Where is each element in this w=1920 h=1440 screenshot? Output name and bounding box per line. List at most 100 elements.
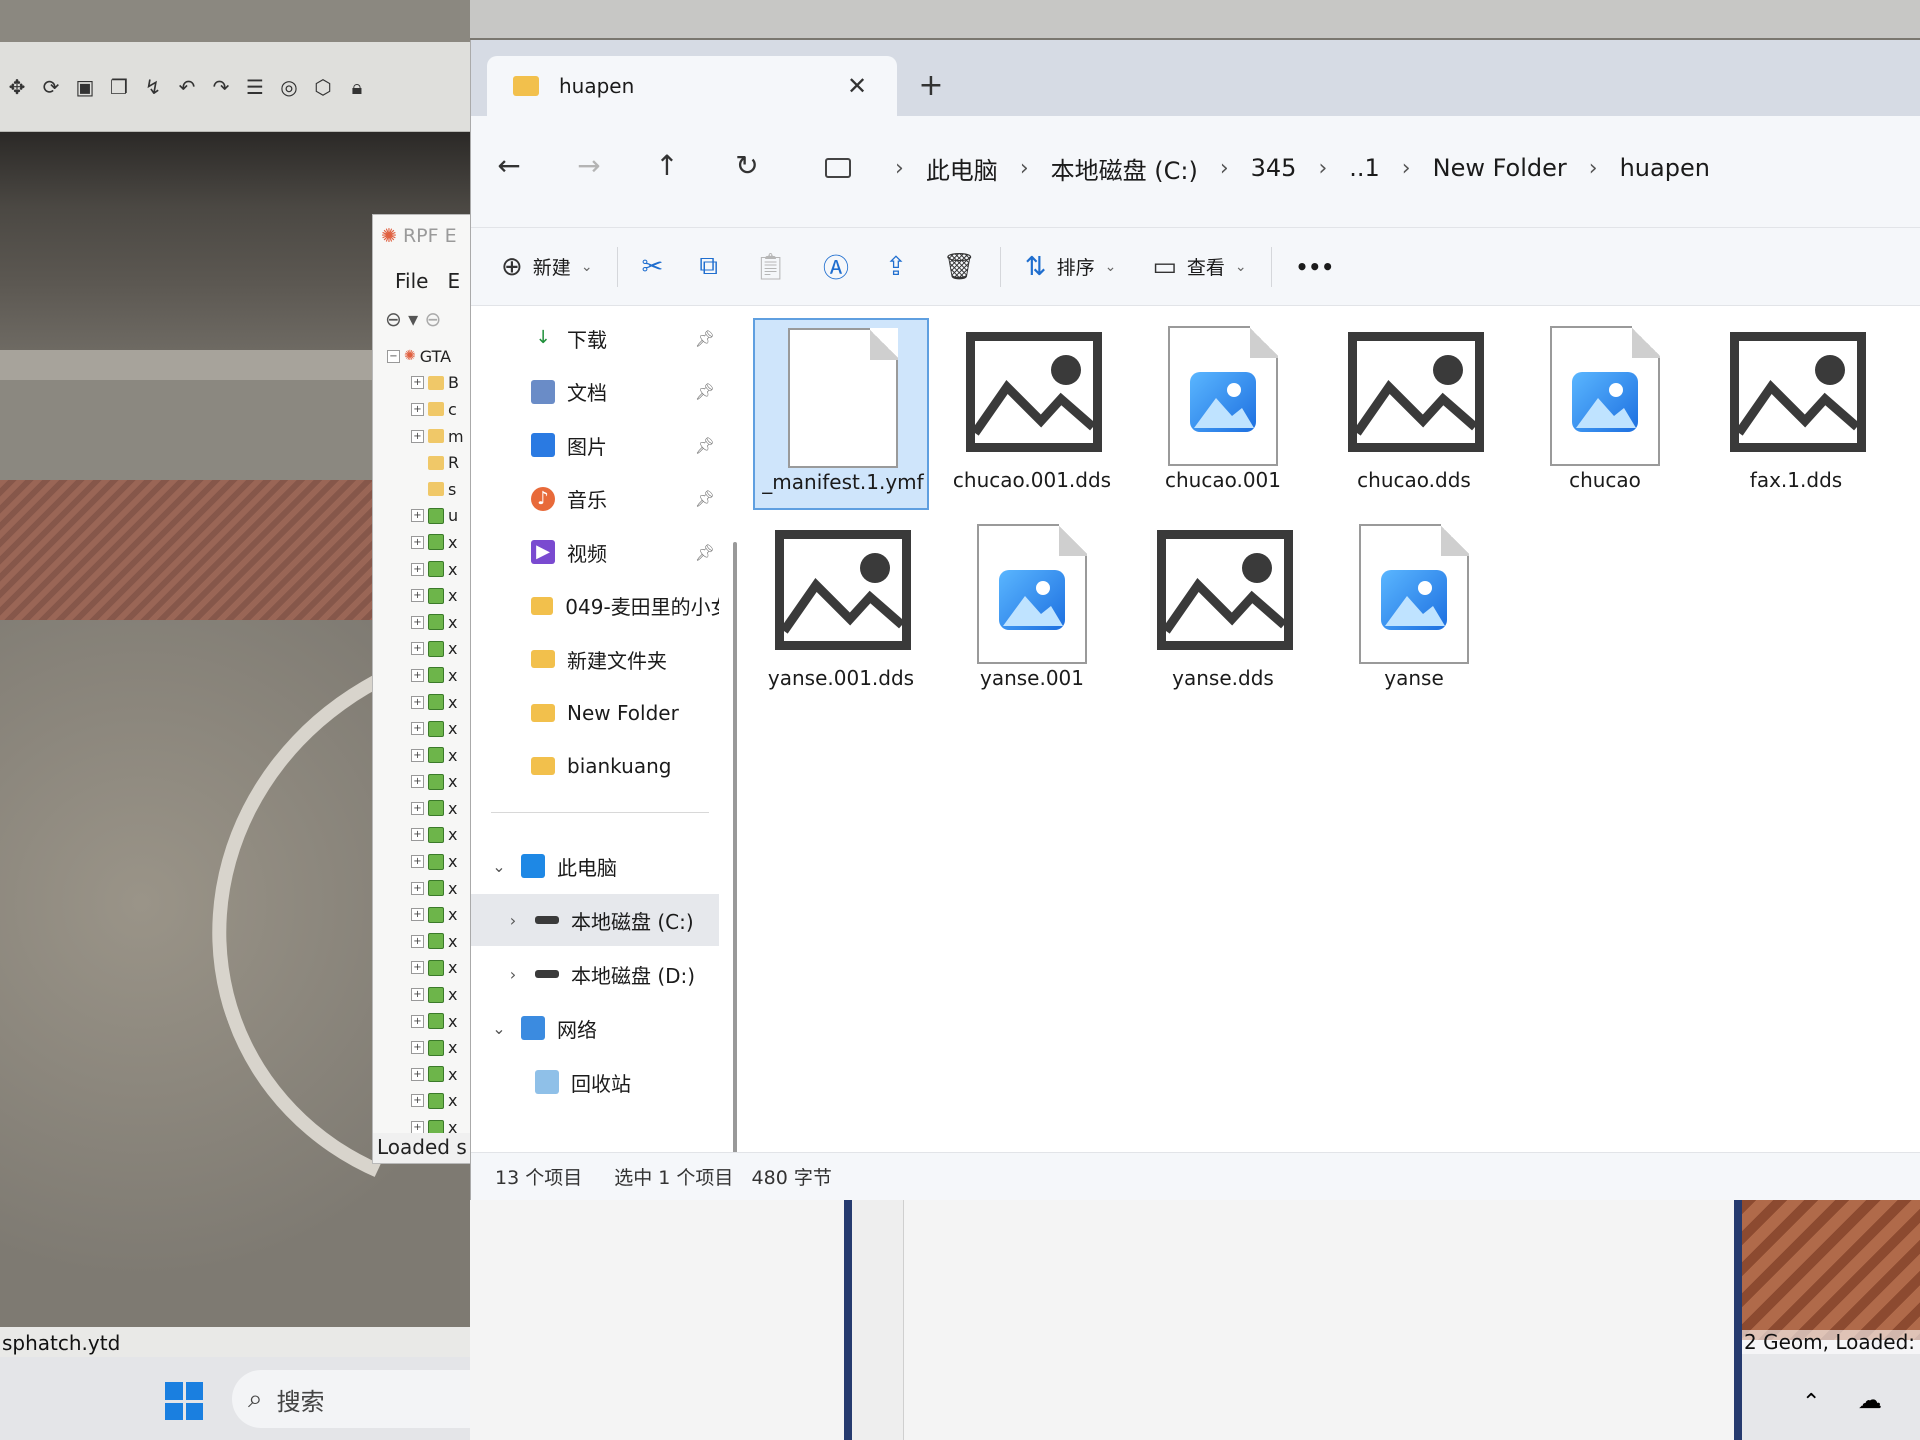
sidebar-item[interactable]: ↓ 下载 📌︎	[471, 312, 719, 364]
camera-icon[interactable]: ◎	[276, 75, 302, 99]
select-icon[interactable]: ▣	[72, 75, 98, 99]
breadcrumb-item[interactable]: 本地磁盘 (C:)	[1051, 151, 1198, 186]
file-item[interactable]: chucao.001.dds	[944, 318, 1120, 510]
collapse-icon[interactable]: −	[387, 349, 400, 363]
undo-icon[interactable]: ↶	[174, 75, 200, 99]
expand-icon[interactable]: +	[411, 988, 424, 1002]
tree-row[interactable]: + x	[373, 981, 471, 1008]
back-button[interactable]: ←	[487, 144, 531, 188]
file-item[interactable]: chucao.001	[1135, 318, 1311, 510]
file-item[interactable]: chucao	[1517, 318, 1693, 510]
file-item[interactable]: _manifest.1.ymf	[753, 318, 929, 510]
expand-icon[interactable]: +	[411, 855, 424, 869]
tree-row[interactable]: + c	[373, 396, 471, 423]
rpf-menu-file[interactable]: File	[395, 269, 428, 293]
tree-row[interactable]: +s	[373, 476, 471, 503]
lasso-icon[interactable]: ↯	[140, 75, 166, 99]
delete-button[interactable]: 🗑︎	[925, 243, 994, 291]
forward-button[interactable]: →	[567, 144, 611, 188]
sidebar-item[interactable]: biankuang	[471, 740, 719, 792]
file-item[interactable]: yanse	[1326, 516, 1502, 708]
tree-row[interactable]: + B	[373, 370, 471, 397]
view-button[interactable]: ▭ 查看 ⌄	[1134, 243, 1264, 291]
expand-icon[interactable]: +	[411, 881, 424, 895]
expand-icon[interactable]: +	[411, 642, 424, 656]
expand-icon[interactable]: +	[411, 722, 424, 736]
sidebar-scrollbar[interactable]	[733, 542, 737, 1166]
address-bar[interactable]: › 此电脑 › 本地磁盘 (C:) › 345 › ..1 › New Folder › huapen	[807, 136, 1920, 200]
taskbar-search[interactable]: ⌕ 搜索	[232, 1370, 470, 1428]
tab-close-button[interactable]: ✕	[839, 68, 875, 104]
pin-icon[interactable]: 📌︎	[695, 382, 715, 401]
list-icon[interactable]: ☰	[242, 75, 268, 99]
redo-icon[interactable]: ↷	[208, 75, 234, 99]
tab-huapen[interactable]: huapen	[487, 56, 897, 116]
tree-row[interactable]: + u	[373, 503, 471, 530]
expand-icon[interactable]: +	[411, 402, 424, 416]
expand-icon[interactable]: +	[411, 615, 424, 629]
tree-row[interactable]: + x	[373, 955, 471, 982]
pin-icon[interactable]: 📌︎	[695, 329, 715, 348]
copy-button[interactable]: ⧉	[681, 243, 736, 291]
tree-row[interactable]: + x	[373, 609, 471, 636]
expand-icon[interactable]: +	[411, 801, 424, 815]
expand-icon[interactable]: +	[411, 1041, 424, 1055]
expand-icon[interactable]: +	[411, 429, 424, 443]
more-button[interactable]: •••	[1278, 243, 1352, 291]
file-item[interactable]: yanse.001	[944, 516, 1120, 708]
chevron-right-icon[interactable]: ›	[503, 911, 523, 930]
tree-row[interactable]: + x	[373, 875, 471, 902]
tree-row[interactable]: + x	[373, 742, 471, 769]
breadcrumb-item[interactable]: ..1	[1349, 154, 1380, 182]
sidebar-this-pc[interactable]: ⌄ 此电脑	[471, 840, 719, 892]
rename-button[interactable]: Ⓐ	[805, 243, 867, 291]
new-tab-button[interactable]: +	[909, 64, 953, 108]
expand-icon[interactable]: +	[411, 748, 424, 762]
sidebar-drive-c[interactable]: › 本地磁盘 (C:)	[471, 894, 719, 946]
tree-row[interactable]: + x	[373, 1008, 471, 1035]
rotate-icon[interactable]: ⟳	[38, 75, 64, 99]
tree-row[interactable]: + x	[373, 848, 471, 875]
sidebar-item[interactable]: ♪ 音乐 📌︎	[471, 473, 719, 525]
expand-icon[interactable]: +	[411, 509, 424, 523]
sidebar-item[interactable]: New Folder	[471, 687, 719, 739]
sidebar-item[interactable]: ▶ 视频 📌︎	[471, 526, 719, 578]
windows-start-icon[interactable]	[165, 1382, 203, 1420]
file-item[interactable]: chucao.dds	[1326, 318, 1502, 510]
expand-icon[interactable]: +	[411, 535, 424, 549]
cloud-off-icon[interactable]: ☁	[1858, 1386, 1882, 1414]
tree-row[interactable]: +R	[373, 449, 471, 476]
forward-icon[interactable]: ⊖	[425, 307, 442, 331]
rpf-menu-edit[interactable]: E	[448, 269, 461, 293]
pin-icon[interactable]: 📌︎	[695, 543, 715, 562]
chevron-right-icon[interactable]: ›	[1220, 156, 1229, 181]
breadcrumb-item[interactable]: New Folder	[1433, 154, 1567, 182]
tree-row[interactable]: + x	[373, 1061, 471, 1088]
new-button[interactable]: ⊕ 新建 ⌄	[471, 243, 611, 291]
tree-row[interactable]: + x	[373, 689, 471, 716]
sidebar-drive-d[interactable]: › 本地磁盘 (D:)	[471, 948, 719, 1000]
tree-row[interactable]: + x	[373, 822, 471, 849]
expand-icon[interactable]: +	[411, 1094, 424, 1108]
cut-button[interactable]: ✂	[624, 243, 682, 291]
sidebar-network[interactable]: ⌄ 网络	[471, 1002, 719, 1054]
file-item[interactable]: fax.1.dds	[1708, 318, 1884, 510]
expand-icon[interactable]: +	[411, 1067, 424, 1081]
share-button[interactable]: ⇪	[867, 243, 925, 291]
breadcrumb-item[interactable]: 此电脑	[926, 151, 998, 186]
expand-icon[interactable]: +	[411, 908, 424, 922]
refresh-button[interactable]: ↻	[725, 144, 769, 188]
tree-row[interactable]: + x	[373, 636, 471, 663]
chevron-right-icon[interactable]: ›	[895, 156, 904, 181]
chevron-up-icon[interactable]: ⌃	[1802, 1390, 1820, 1415]
expand-icon[interactable]: +	[411, 589, 424, 603]
file-item[interactable]: yanse.001.dds	[753, 516, 929, 708]
tree-root[interactable]: − ✺ GTA	[373, 343, 471, 370]
pin-icon[interactable]: 📌︎	[695, 489, 715, 508]
tree-row[interactable]: + x	[373, 529, 471, 556]
tree-row[interactable]: + x	[373, 928, 471, 955]
chevron-right-icon[interactable]: ›	[1020, 156, 1029, 181]
tree-row[interactable]: + x	[373, 556, 471, 583]
expand-icon[interactable]: +	[411, 668, 424, 682]
tree-row[interactable]: + x	[373, 715, 471, 742]
